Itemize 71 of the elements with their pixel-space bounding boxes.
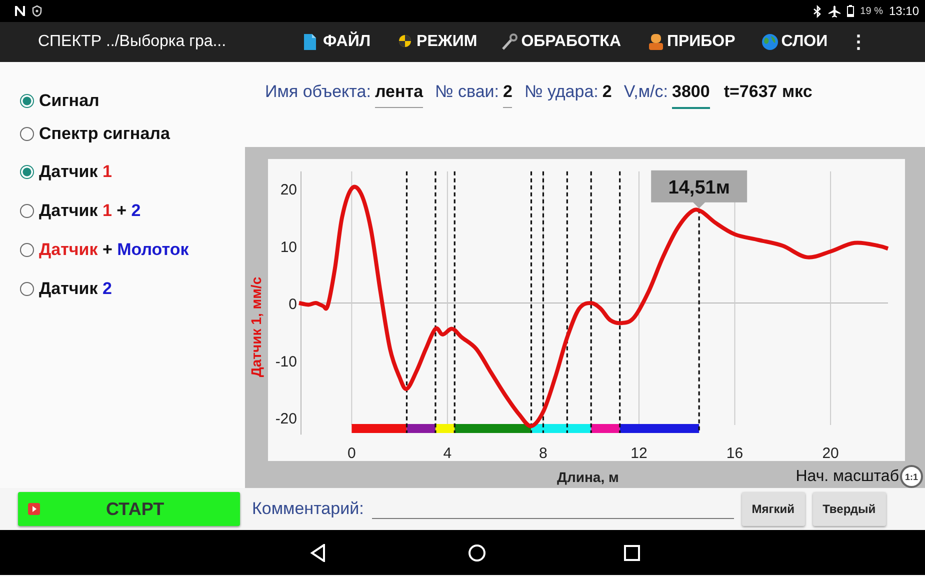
menu-item[interactable]: ОБРАБОТКА <box>501 33 621 51</box>
marker-line[interactable] <box>406 171 408 433</box>
radio-button[interactable] <box>20 94 34 108</box>
marker-line[interactable] <box>566 171 568 433</box>
field-value: 2 <box>602 82 612 103</box>
option-label[interactable]: Спектр сигнала <box>39 124 170 144</box>
x-tick-label: 8 <box>539 445 548 462</box>
n-icon <box>14 5 26 17</box>
hardness-button[interactable]: Мягкий <box>742 492 805 526</box>
field-label: № удара: <box>524 82 598 102</box>
x-tick-label: 4 <box>443 445 452 462</box>
menu-item[interactable]: ПРИБОР <box>647 33 736 51</box>
marker-line[interactable] <box>542 171 544 433</box>
comment-label: Комментарий: <box>252 499 364 519</box>
option-label[interactable]: Сигнал <box>39 91 100 111</box>
field-label: Имя объекта: <box>265 82 371 102</box>
battery-icon <box>847 5 854 17</box>
wrench-icon <box>501 33 520 51</box>
x-tick-label: 16 <box>726 445 744 462</box>
app-title: СПЕКТР ../Выборка гра... <box>38 33 228 51</box>
zoom-reset-icon[interactable]: 1:1 <box>900 465 923 488</box>
input-field[interactable]: 2 <box>503 82 512 108</box>
x-tick-label: 0 <box>348 445 356 462</box>
option-label[interactable]: Датчик 1 + 2 <box>39 200 141 220</box>
clock: 13:10 <box>888 4 919 18</box>
start-button[interactable]: СТАРТ <box>18 492 240 526</box>
x-axis-label: Длина, м <box>557 468 619 484</box>
x-tick-label: 12 <box>630 445 648 462</box>
annotation: 14,51м <box>668 177 730 198</box>
menu-item[interactable]: РЕЖИМ <box>396 33 478 51</box>
y-tick-label: 0 <box>288 296 297 313</box>
radio-button[interactable] <box>20 282 34 296</box>
menu-item[interactable]: СЛОИ <box>761 33 828 51</box>
back-icon[interactable] <box>310 544 326 562</box>
input-field[interactable]: лента <box>374 82 424 108</box>
radio-button[interactable] <box>20 242 34 256</box>
battery-percent: 19 % <box>860 6 883 16</box>
marker-line[interactable] <box>454 171 456 433</box>
hardness-button[interactable]: Твердый <box>812 492 886 526</box>
callout: 14,51м <box>651 170 748 208</box>
globe-icon <box>761 33 780 51</box>
menu-item[interactable]: ФАЙЛ <box>303 33 371 51</box>
radio-button[interactable] <box>20 204 34 218</box>
play-icon <box>28 503 40 515</box>
y-tick-label: 20 <box>280 182 297 198</box>
field-label: № сваи: <box>435 82 500 102</box>
marker-line[interactable] <box>619 171 621 433</box>
bluetooth-icon <box>813 4 822 18</box>
option-label[interactable]: Датчик + Молоток <box>39 240 189 260</box>
marker-line[interactable] <box>434 171 436 433</box>
y-axis-label: Датчик 1, мм/с <box>248 276 264 378</box>
overflow-menu[interactable]: ⋮ <box>850 31 868 53</box>
device-icon <box>647 33 665 51</box>
y-tick-label: -20 <box>275 410 297 428</box>
radio-button[interactable] <box>20 164 34 178</box>
marker-line[interactable] <box>530 171 532 433</box>
x-tick-label: 20 <box>822 445 839 462</box>
home-icon[interactable] <box>468 544 486 562</box>
time-readout: t=7637 мкс <box>724 82 812 103</box>
y-tick-label: 10 <box>280 238 297 256</box>
recents-icon[interactable] <box>624 544 640 560</box>
shield-icon <box>32 5 42 17</box>
input-field[interactable]: 3800 <box>672 82 710 109</box>
option-label[interactable]: Датчик 2 <box>39 278 112 298</box>
radio-button[interactable] <box>20 127 34 141</box>
y-tick-label: -10 <box>275 353 297 370</box>
marker-line[interactable] <box>590 171 592 433</box>
option-label[interactable]: Датчик 1 <box>39 162 112 182</box>
field-label: V,м/с: <box>624 82 668 102</box>
reset-scale-link[interactable]: Нач. масштаб <box>796 468 899 486</box>
airplane-icon <box>828 4 842 18</box>
